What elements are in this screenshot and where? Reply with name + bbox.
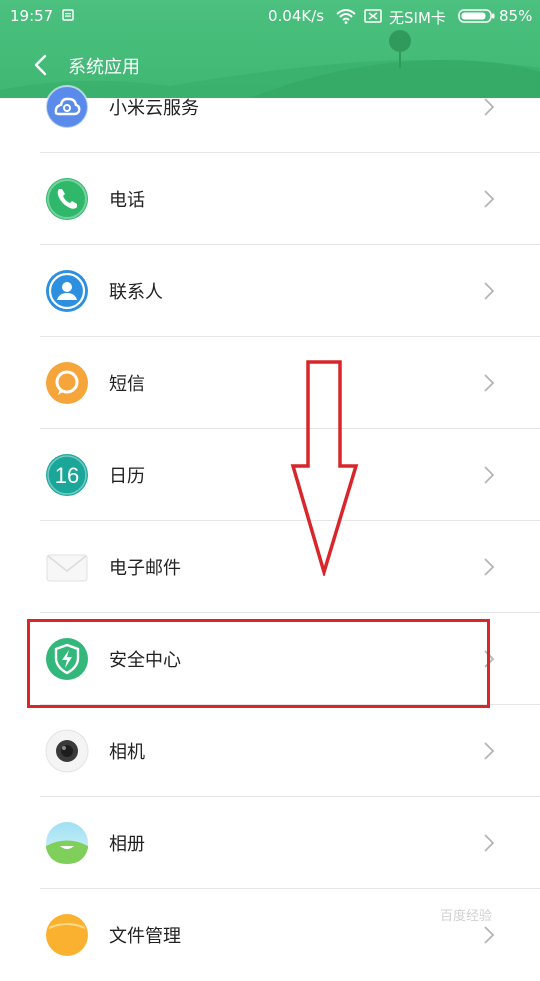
camera-icon — [45, 729, 89, 773]
sim-status: 无SIM卡 — [389, 9, 446, 27]
list-item-calendar[interactable]: 16 日历 — [0, 429, 540, 521]
chevron-right-icon — [484, 374, 495, 392]
network-speed: 0.04K/s — [268, 7, 325, 25]
watermark: 百度经验 — [440, 909, 493, 924]
chevron-right-icon — [484, 742, 495, 760]
list-item-label: 文件管理 — [109, 926, 181, 947]
list-item-label: 电话 — [109, 190, 145, 211]
wifi-icon — [336, 9, 356, 24]
list-item-security-center[interactable]: 安全中心 — [0, 613, 540, 705]
list-item-mi-cloud[interactable]: 小米云服务 — [0, 61, 540, 153]
battery-percent: 85% — [499, 7, 533, 25]
list-item-contacts[interactable]: 联系人 — [0, 245, 540, 337]
chevron-right-icon — [484, 558, 495, 576]
list-item-camera[interactable]: 相机 — [0, 705, 540, 797]
chevron-right-icon — [484, 98, 495, 116]
chevron-right-icon — [484, 926, 495, 944]
sms-icon — [46, 362, 88, 404]
list-item-label: 相册 — [109, 834, 145, 855]
list-item-sms[interactable]: 短信 — [0, 337, 540, 429]
mail-icon — [46, 554, 88, 582]
status-time: 19:57 — [10, 7, 54, 25]
calendar-icon: 16 — [46, 454, 88, 496]
cloud-icon — [45, 85, 89, 129]
calendar-day-text: 16 — [55, 463, 79, 488]
battery-icon — [458, 9, 495, 23]
chevron-right-icon — [484, 650, 495, 668]
chevron-right-icon — [484, 282, 495, 300]
list-item-label: 安全中心 — [109, 650, 181, 671]
list-item-email[interactable]: 电子邮件 — [0, 521, 540, 613]
list-item-label: 联系人 — [109, 282, 163, 303]
chevron-right-icon — [484, 466, 495, 484]
list-item-label: 电子邮件 — [109, 558, 181, 579]
list-item-label: 小米云服务 — [109, 98, 199, 119]
chevron-right-icon — [484, 190, 495, 208]
contacts-icon — [46, 270, 88, 312]
security-shield-icon — [46, 638, 88, 680]
status-bar: 19:57 0.04K/s 无SIM卡 85% — [0, 0, 540, 32]
list-item-label: 短信 — [109, 374, 145, 395]
file-manager-icon — [46, 914, 88, 956]
gallery-icon — [46, 822, 88, 864]
no-sim-icon — [364, 9, 382, 23]
list-item-phone[interactable]: 电话 — [0, 153, 540, 245]
chevron-right-icon — [484, 834, 495, 852]
list-item-gallery[interactable]: 相册 — [0, 797, 540, 889]
list-item-label: 日历 — [109, 466, 145, 487]
list-item-label: 相机 — [109, 742, 145, 763]
list-item-file-manager[interactable]: 文件管理 — [0, 889, 540, 981]
phone-icon — [46, 178, 88, 220]
notification-icon — [62, 9, 74, 21]
